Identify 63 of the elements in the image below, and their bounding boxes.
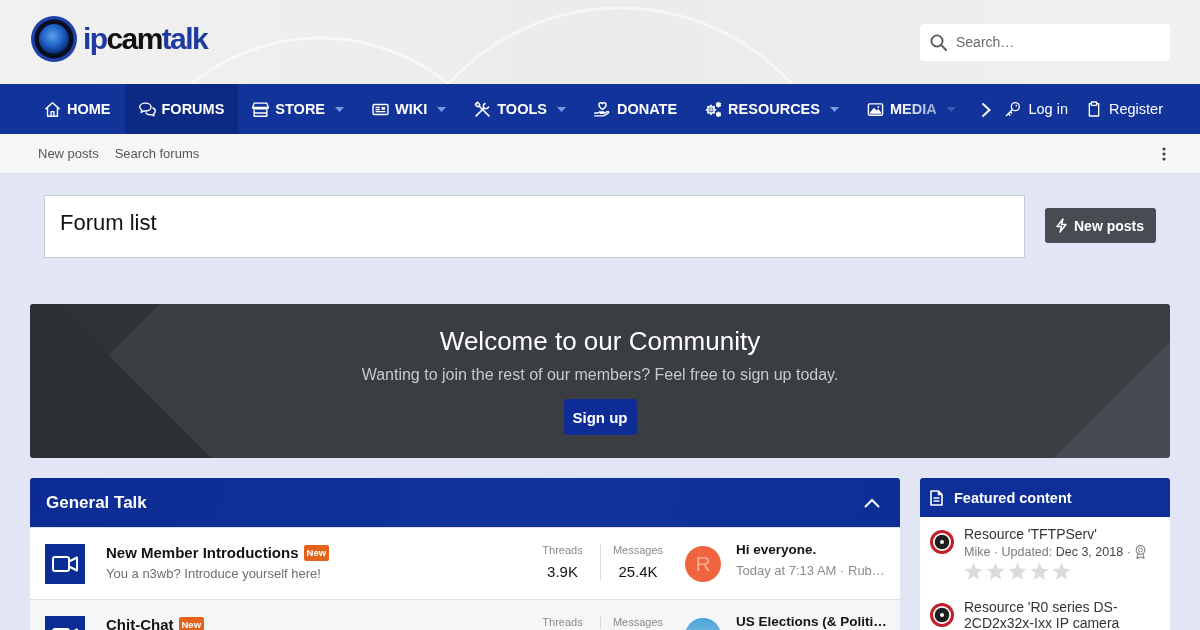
latest-thread-title[interactable]: Hi everyone. (736, 542, 885, 558)
gears-icon (705, 100, 723, 118)
new-badge: New (303, 544, 330, 561)
hand-heart-icon (593, 100, 611, 118)
lens-icon (930, 530, 954, 554)
sub-nav-link[interactable]: New posts (30, 146, 107, 161)
stat-value: 3.9K (547, 563, 578, 580)
page-title: Forum list (44, 195, 1025, 258)
nav-tab[interactable]: FORUMS (124, 84, 239, 134)
forum-description: You a n3wb? Introduce yourself here! (106, 566, 322, 581)
stat-label: Threads (542, 544, 583, 557)
resource-title[interactable]: Resource 'TFTPServ' (964, 526, 1160, 542)
sidebar-title: Featured content (954, 489, 1072, 506)
star-icon (986, 562, 1005, 581)
sub-nav-link[interactable]: Search forums (106, 146, 208, 161)
resource-title[interactable]: Resource 'R0 series DS-2CD2x32x-Ixx IP camera (964, 599, 1160, 630)
storefront-icon (252, 100, 270, 118)
image-icon (866, 100, 884, 118)
document-icon (930, 489, 943, 506)
key-icon (1005, 101, 1022, 117)
more-menu-icon[interactable] (1162, 146, 1166, 161)
forum-title[interactable]: New Member Introductions (106, 544, 299, 561)
award-icon (1134, 545, 1146, 559)
category-title: General Talk (46, 492, 147, 513)
account-link[interactable]: Register (1077, 84, 1172, 134)
lightning-icon (1055, 218, 1068, 233)
nav-tab[interactable]: WIKI (358, 84, 461, 134)
clipboard-icon (1086, 101, 1102, 117)
tools-icon (474, 100, 492, 118)
chevron-right-icon[interactable] (981, 102, 992, 118)
latest-post-meta: Today at 7:13 AM · Rub… (736, 563, 885, 578)
lens-logo-icon (31, 16, 77, 62)
nav-tab[interactable]: HOME (30, 84, 125, 134)
star-icon (964, 562, 983, 581)
latest-thread-title[interactable]: US Elections (& Politi… (736, 614, 885, 630)
search-field[interactable]: Search… (920, 23, 1170, 61)
welcome-title: Welcome to our Community (439, 326, 761, 356)
speech-bubbles-icon (138, 100, 156, 118)
welcome-text: Wanting to join the rest of our members? Feel free to sign up today. (361, 366, 839, 384)
nav-tab[interactable]: MEDIA (852, 84, 970, 134)
nav-tab[interactable]: STORE (238, 84, 359, 134)
nav-tab[interactable]: RESOURCES (691, 84, 853, 134)
new-posts-button[interactable]: New posts (1045, 208, 1156, 243)
forum-title[interactable]: Chit-Chat (106, 616, 174, 630)
resource-meta: Mike · Updated: Dec 3, 2018 · (964, 545, 1131, 559)
account-link[interactable]: Log in (996, 84, 1077, 134)
nav-tab[interactable]: DONATE (579, 84, 692, 134)
video-camera-icon (45, 544, 85, 584)
search-icon (930, 33, 947, 51)
stat-label: Messages (612, 544, 664, 557)
home-icon (44, 100, 61, 118)
star-icon (1030, 562, 1049, 581)
sign-up-button[interactable]: Sign up (563, 399, 637, 435)
stat-label: Messages (612, 616, 664, 629)
star-icon (1008, 562, 1027, 581)
new-badge: New (178, 616, 205, 630)
lens-icon (930, 603, 954, 627)
chevron-up-icon[interactable] (864, 497, 880, 508)
logo-text[interactable]: ipcamtalk (83, 24, 207, 54)
stat-value: 25.4K (618, 563, 658, 580)
nav-tab[interactable]: TOOLS (460, 84, 580, 134)
star-icon (1052, 562, 1071, 581)
stat-label: Threads (542, 616, 583, 629)
